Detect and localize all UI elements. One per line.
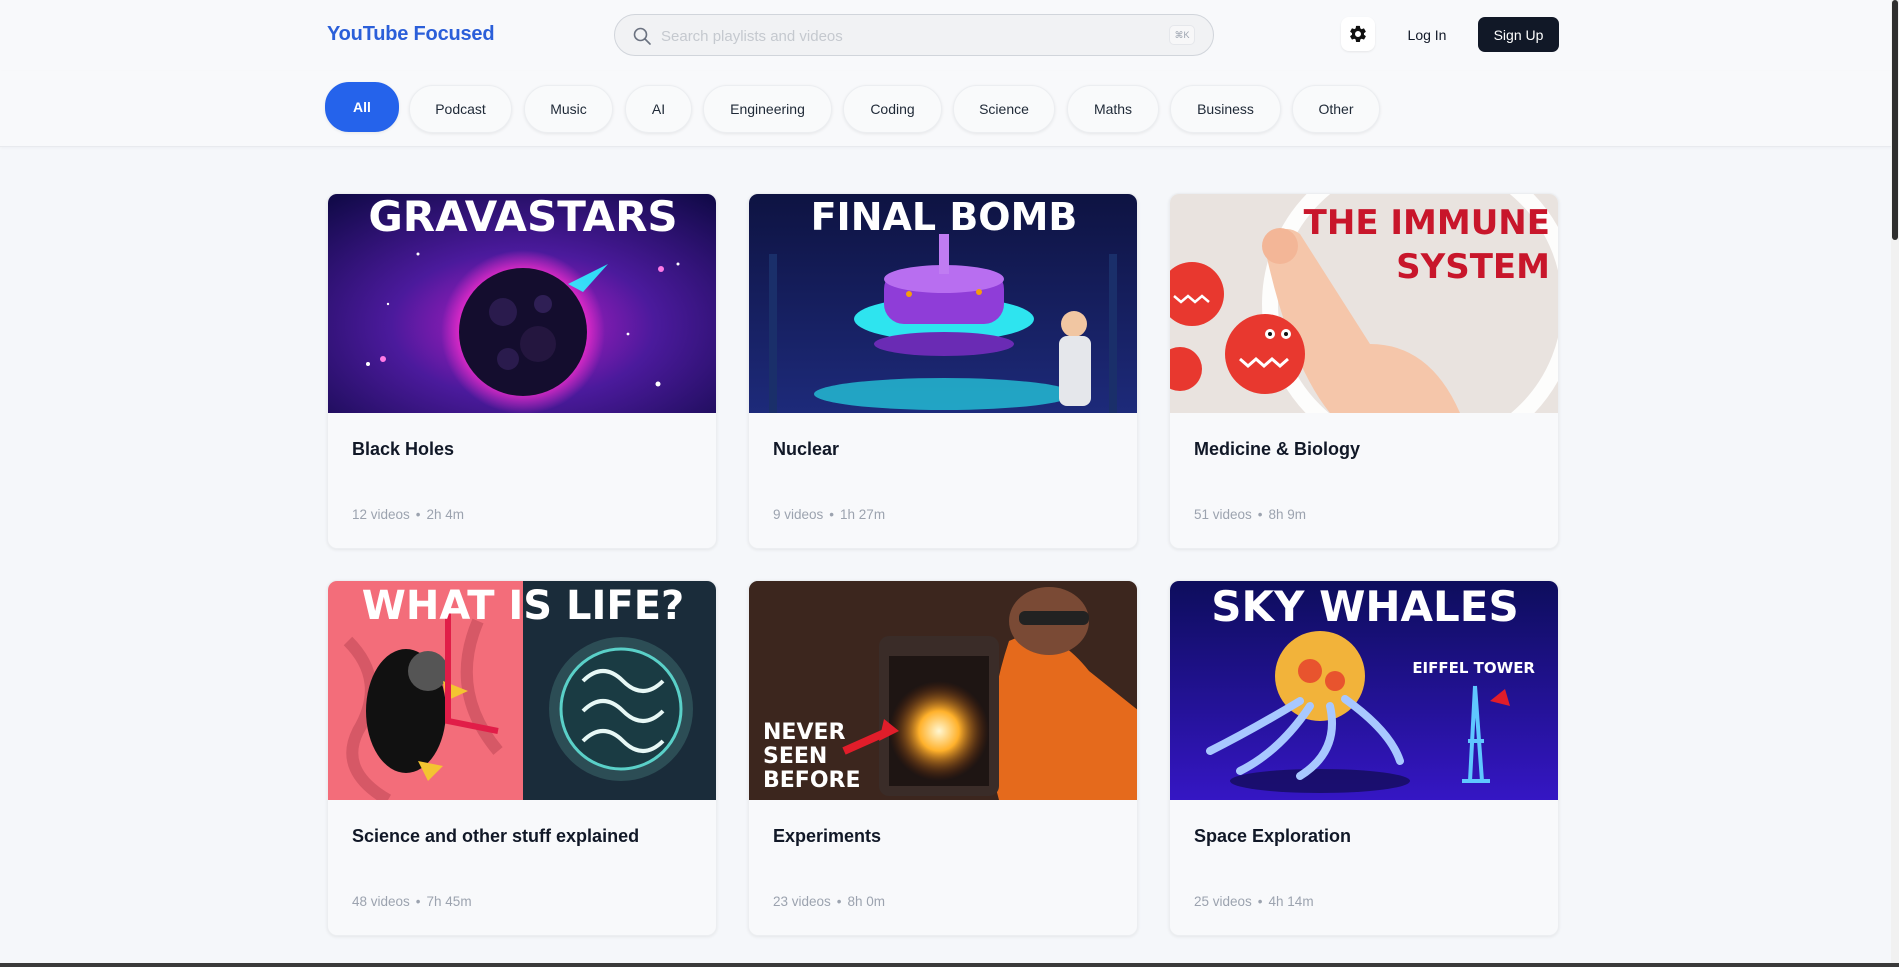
playlist-title: Black Holes (352, 439, 455, 459)
playlist-title: Space Exploration (1194, 826, 1352, 846)
chip-ai[interactable]: AI (625, 85, 692, 133)
top-bar: YouTube Focused ⌘K Log In Sign Up (0, 0, 1899, 71)
playlist-thumbnail: SKY WHALES EIFFEL TOWER (1170, 581, 1558, 800)
playlist-card[interactable]: FINAL BOMB Nuclear 9 videos • 1h 27m (748, 193, 1138, 549)
playlist-thumbnail: THE IMMUNE SYSTEM (1170, 194, 1558, 413)
playlist-duration: 1h 27m (840, 507, 886, 522)
playlist-duration: 8h 9m (1268, 507, 1307, 522)
meta-separator: • (836, 894, 842, 909)
thumbnail-subtext: EIFFEL TOWER (1412, 659, 1535, 677)
meta-separator: • (415, 507, 421, 522)
chip-all[interactable]: All (325, 82, 399, 132)
playlist-duration: 2h 4m (426, 507, 465, 522)
playlist-title: Experiments (773, 826, 882, 846)
scrollbar-thumb[interactable] (1892, 0, 1898, 240)
settings-button[interactable] (1341, 17, 1375, 51)
playlist-duration: 4h 14m (1268, 894, 1314, 909)
thumbnail-text: THE IMMUNE (1304, 203, 1550, 243)
playlist-duration: 8h 0m (847, 894, 886, 909)
meta-separator: • (829, 507, 835, 522)
playlist-thumbnail: GRAVASTARS (328, 194, 716, 413)
thumbnail-text: GRAVASTARS (368, 194, 677, 241)
playlist-title: Medicine & Biology (1194, 439, 1361, 459)
meta-separator: • (1257, 507, 1263, 522)
search-bar[interactable]: ⌘K (614, 14, 1214, 56)
playlist-meta: 48 videos • 7h 45m (352, 894, 472, 909)
thumbnail-text: FINAL BOMB (811, 195, 1078, 239)
search-shortcut-hint: ⌘K (1169, 25, 1195, 45)
playlist-card[interactable]: WHAT IS LIFE? Science and other stuff ex… (327, 580, 717, 936)
thumbnail-text: SYSTEM (1396, 247, 1550, 287)
signup-button[interactable]: Sign Up (1478, 17, 1559, 52)
thumbnail-text: BEFORE (763, 768, 861, 793)
playlist-card[interactable]: SKY WHALES EIFFEL TOWER Space Exploratio… (1169, 580, 1559, 936)
window-bottom-edge (0, 963, 1899, 967)
scrollbar[interactable] (1891, 0, 1899, 967)
chip-podcast[interactable]: Podcast (409, 85, 512, 133)
playlist-thumbnail: FINAL BOMB (749, 194, 1137, 413)
chip-science[interactable]: Science (953, 85, 1055, 133)
playlist-meta: 23 videos • 8h 0m (773, 894, 885, 909)
thumbnail-text: NEVER (763, 720, 845, 745)
playlist-card[interactable]: THE IMMUNE SYSTEM Medicine & Biology 51 … (1169, 193, 1559, 549)
playlist-duration: 7h 45m (426, 894, 472, 909)
meta-separator: • (415, 894, 421, 909)
playlist-meta: 25 videos • 4h 14m (1194, 894, 1314, 909)
video-count: 9 videos (773, 507, 824, 522)
gear-icon (1350, 25, 1366, 42)
meta-separator: • (1257, 894, 1263, 909)
search-input[interactable] (661, 23, 1121, 49)
video-count: 12 videos (352, 507, 410, 522)
thumbnail-text: WHAT IS LIFE? (362, 583, 685, 629)
video-count: 25 videos (1194, 894, 1252, 909)
chip-business[interactable]: Business (1170, 85, 1281, 133)
category-bar: All Podcast Music AI Engineering Coding … (0, 71, 1899, 147)
video-count: 48 videos (352, 894, 410, 909)
thumbnail-text: SEEN (763, 744, 827, 769)
chip-coding[interactable]: Coding (843, 85, 942, 133)
search-icon (633, 27, 651, 45)
playlist-meta: 12 videos • 2h 4m (352, 507, 464, 522)
login-button[interactable]: Log In (1392, 18, 1462, 52)
thumbnail-text: SKY WHALES (1211, 582, 1519, 631)
chip-music[interactable]: Music (524, 85, 613, 133)
playlist-meta: 9 videos • 1h 27m (773, 507, 885, 522)
playlist-card[interactable]: GRAVASTARS Black Holes 12 videos • 2h 4m (327, 193, 717, 549)
brand-logo[interactable]: YouTube Focused (327, 23, 495, 46)
playlist-meta: 51 videos • 8h 9m (1194, 507, 1306, 522)
video-count: 51 videos (1194, 507, 1252, 522)
chip-engineering[interactable]: Engineering (703, 85, 832, 133)
playlist-thumbnail: WHAT IS LIFE? (328, 581, 716, 800)
playlist-card[interactable]: NEVER SEEN BEFORE Experiments 23 videos •… (748, 580, 1138, 936)
playlist-thumbnail: NEVER SEEN BEFORE (749, 581, 1137, 800)
playlist-title: Science and other stuff explained (352, 826, 640, 846)
chip-maths[interactable]: Maths (1067, 85, 1159, 133)
chip-other[interactable]: Other (1292, 85, 1380, 133)
playlist-title: Nuclear (773, 439, 840, 459)
video-count: 23 videos (773, 894, 831, 909)
